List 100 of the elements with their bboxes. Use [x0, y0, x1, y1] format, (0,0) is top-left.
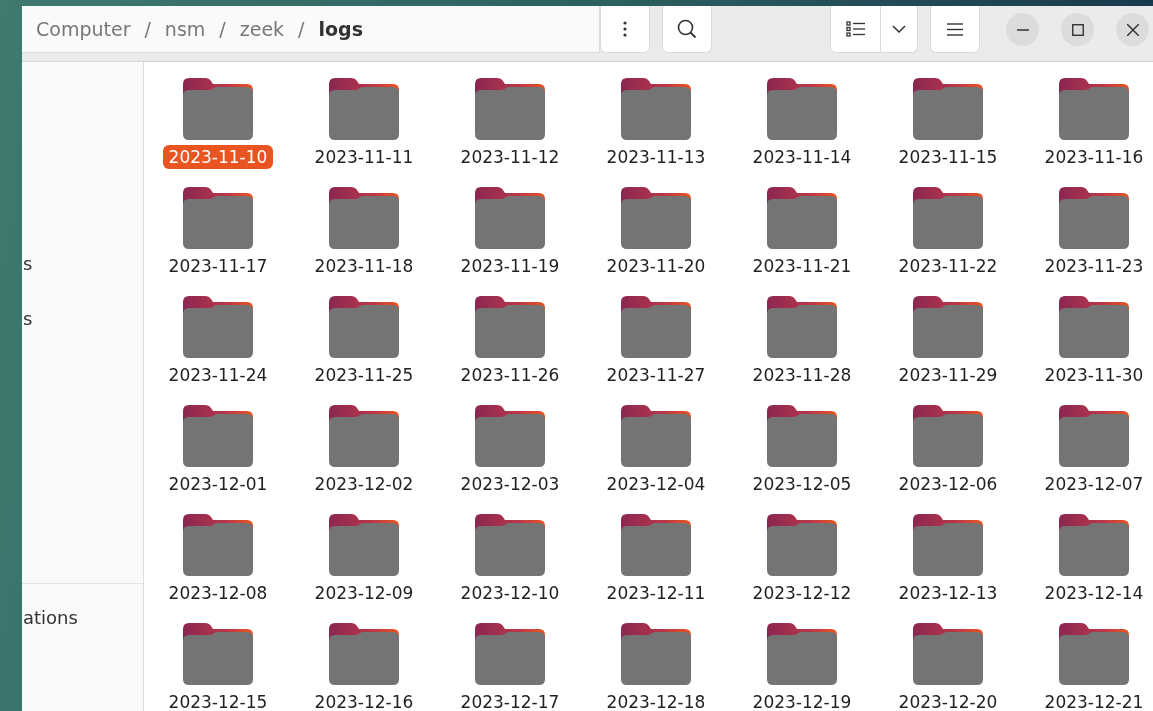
folder-name[interactable]: 2023-12-02: [308, 472, 420, 496]
folder-name[interactable]: 2023-11-11: [308, 145, 420, 169]
folder-icon[interactable]: [1059, 296, 1129, 358]
folder-icon[interactable]: [1059, 623, 1129, 685]
sidebar-item[interactable]: s: [22, 236, 143, 291]
folder-name[interactable]: 2023-11-14: [746, 145, 858, 169]
folder-name[interactable]: 2023-12-21: [1038, 690, 1150, 711]
maximize-button[interactable]: [1061, 13, 1094, 46]
folder-name[interactable]: 2023-11-30: [1038, 363, 1150, 387]
folder-icon[interactable]: [475, 296, 545, 358]
folder-name[interactable]: 2023-11-16: [1038, 145, 1150, 169]
folder-name[interactable]: 2023-12-16: [308, 690, 420, 711]
folder-name[interactable]: 2023-11-27: [600, 363, 712, 387]
path-segment[interactable]: Computer: [36, 18, 131, 40]
folder-name[interactable]: 2023-11-17: [162, 254, 274, 278]
folder-name[interactable]: 2023-11-13: [600, 145, 712, 169]
folder-name[interactable]: 2023-11-24: [162, 363, 274, 387]
folder-name[interactable]: 2023-11-18: [308, 254, 420, 278]
folder-icon[interactable]: [183, 187, 253, 249]
folder-name[interactable]: 2023-12-14: [1038, 581, 1150, 605]
folder-icon[interactable]: [767, 78, 837, 140]
folder-icon[interactable]: [621, 405, 691, 467]
folder-icon[interactable]: [329, 405, 399, 467]
folder-icon[interactable]: [183, 78, 253, 140]
folder-name[interactable]: 2023-12-01: [162, 472, 274, 496]
folder-icon[interactable]: [329, 623, 399, 685]
folder-name[interactable]: 2023-11-22: [892, 254, 1004, 278]
list-view-icon: [845, 21, 866, 37]
folder-name[interactable]: 2023-12-20: [892, 690, 1004, 711]
folder-name[interactable]: 2023-12-03: [454, 472, 566, 496]
folder-icon[interactable]: [475, 78, 545, 140]
folder-icon[interactable]: [767, 514, 837, 576]
folder-name[interactable]: 2023-12-17: [454, 690, 566, 711]
path-segment[interactable]: zeek: [239, 18, 285, 40]
folder-icon[interactable]: [913, 187, 983, 249]
folder-name[interactable]: 2023-12-15: [162, 690, 274, 711]
folder-icon[interactable]: [329, 187, 399, 249]
folder-name[interactable]: 2023-11-25: [308, 363, 420, 387]
path-segment[interactable]: logs: [318, 18, 363, 40]
folder-icon[interactable]: [767, 296, 837, 358]
folder-icon[interactable]: [329, 78, 399, 140]
folder-name[interactable]: 2023-11-26: [454, 363, 566, 387]
folder-name[interactable]: 2023-11-29: [892, 363, 1004, 387]
folder-name[interactable]: 2023-11-19: [454, 254, 566, 278]
folder-icon[interactable]: [475, 514, 545, 576]
folder-icon[interactable]: [767, 187, 837, 249]
minimize-button[interactable]: [1006, 13, 1039, 46]
folder-icon[interactable]: [475, 187, 545, 249]
sidebar-item[interactable]: ations: [22, 590, 143, 645]
maximize-icon: [1071, 23, 1084, 36]
folder-icon[interactable]: [1059, 405, 1129, 467]
folder-name[interactable]: 2023-12-09: [308, 581, 420, 605]
folder-icon[interactable]: [621, 623, 691, 685]
path-separator: /: [218, 18, 227, 40]
folder-icon[interactable]: [621, 78, 691, 140]
folder-icon[interactable]: [475, 405, 545, 467]
folder-icon[interactable]: [329, 296, 399, 358]
folder-name[interactable]: 2023-11-28: [746, 363, 858, 387]
folder-name[interactable]: 2023-12-12: [746, 581, 858, 605]
folder-name[interactable]: 2023-12-06: [892, 472, 1004, 496]
path-segment[interactable]: nsm: [164, 18, 206, 40]
folder-name[interactable]: 2023-12-05: [746, 472, 858, 496]
sidebar-item[interactable]: s: [22, 291, 143, 346]
folder-name[interactable]: 2023-12-10: [454, 581, 566, 605]
folder-name[interactable]: 2023-11-23: [1038, 254, 1150, 278]
folder-icon[interactable]: [621, 296, 691, 358]
folder-icon[interactable]: [913, 623, 983, 685]
folder-name[interactable]: 2023-11-15: [892, 145, 1004, 169]
folder-name[interactable]: 2023-12-18: [600, 690, 712, 711]
folder-icon[interactable]: [621, 514, 691, 576]
folder-name[interactable]: 2023-12-08: [162, 581, 274, 605]
folder-icon[interactable]: [1059, 187, 1129, 249]
folder-name[interactable]: 2023-12-11: [600, 581, 712, 605]
view-button[interactable]: [830, 6, 881, 53]
folder-name[interactable]: 2023-12-07: [1038, 472, 1150, 496]
folder-icon[interactable]: [621, 187, 691, 249]
folder-name[interactable]: 2023-12-19: [746, 690, 858, 711]
folder-name[interactable]: 2023-11-21: [746, 254, 858, 278]
folder-icon[interactable]: [913, 78, 983, 140]
folder-icon[interactable]: [183, 296, 253, 358]
folder-icon[interactable]: [183, 623, 253, 685]
folder-name[interactable]: 2023-11-20: [600, 254, 712, 278]
folder-icon[interactable]: [1059, 514, 1129, 576]
close-button[interactable]: [1116, 13, 1149, 46]
folder-name[interactable]: 2023-11-12: [454, 145, 566, 169]
folder-icon[interactable]: [913, 514, 983, 576]
folder-icon[interactable]: [913, 296, 983, 358]
search-button[interactable]: [662, 6, 712, 53]
folder-icon[interactable]: [329, 514, 399, 576]
folder-icon[interactable]: [767, 623, 837, 685]
folder-icon[interactable]: [475, 623, 545, 685]
menu-button[interactable]: [930, 6, 980, 53]
folder-name[interactable]: 2023-11-10: [162, 145, 274, 169]
folder-icon[interactable]: [183, 405, 253, 467]
folder-name[interactable]: 2023-12-04: [600, 472, 712, 496]
folder-icon[interactable]: [913, 405, 983, 467]
folder-name[interactable]: 2023-12-13: [892, 581, 1004, 605]
folder-icon[interactable]: [183, 514, 253, 576]
folder-icon[interactable]: [767, 405, 837, 467]
folder-icon[interactable]: [1059, 78, 1129, 140]
